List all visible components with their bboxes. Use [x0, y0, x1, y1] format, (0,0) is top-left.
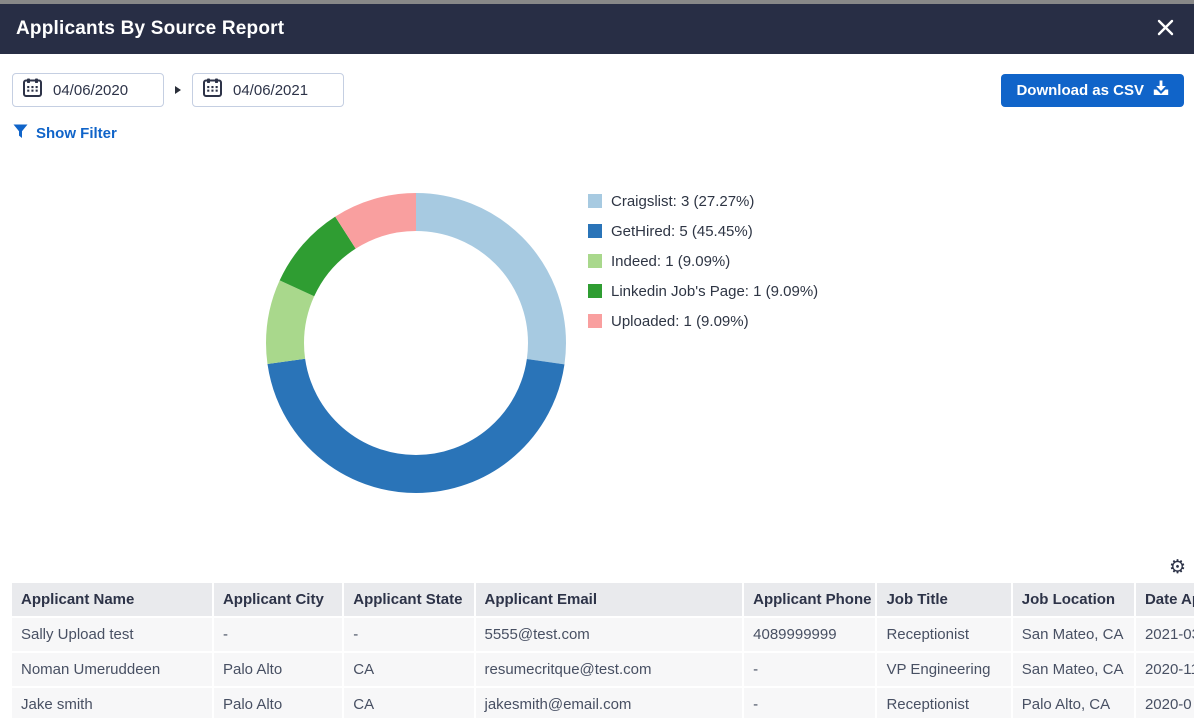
table-cell: Sally Upload test	[12, 618, 212, 651]
download-csv-label: Download as CSV	[1016, 82, 1144, 99]
table-cell: -	[214, 618, 342, 651]
table-cell: Receptionist	[877, 618, 1010, 651]
legend-item: Craigslist: 3 (27.27%)	[588, 191, 818, 211]
table-cell: Palo Alto	[214, 653, 342, 686]
table-cell: San Mateo, CA	[1013, 618, 1134, 651]
table-cell: -	[344, 618, 473, 651]
table-cell: Palo Alto, CA	[1013, 688, 1134, 718]
table-cell: CA	[344, 653, 473, 686]
show-filter-label: Show Filter	[36, 125, 117, 142]
close-icon	[1156, 18, 1175, 40]
table-cell: VP Engineering	[877, 653, 1010, 686]
table-cell: -	[744, 688, 875, 718]
toolbar: Download as CSV	[12, 73, 1184, 107]
date-range-arrow-icon	[175, 86, 181, 94]
date-to-input[interactable]	[233, 82, 333, 99]
show-filter-link[interactable]: Show Filter	[13, 124, 117, 143]
calendar-icon	[23, 78, 42, 102]
table-row: Jake smithPalo AltoCAjakesmith@email.com…	[12, 688, 1194, 718]
calendar-icon	[203, 78, 222, 102]
table-settings-gear-icon[interactable]: ⚙	[1169, 558, 1186, 577]
applicants-by-source-chart: Craigslist: 3 (27.27%) GetHired: 5 (45.45…	[0, 143, 1194, 553]
modal-header: Applicants By Source Report	[0, 4, 1194, 54]
applicants-table: Applicant NameApplicant CityApplicant St…	[10, 581, 1194, 718]
page-title: Applicants By Source Report	[16, 18, 284, 40]
table-cell: 4089999999	[744, 618, 875, 651]
column-header: Job Location	[1013, 583, 1134, 616]
legend-item: Linkedin Job's Page: 1 (9.09%)	[588, 281, 818, 301]
legend-swatch	[588, 224, 602, 238]
legend-label: Linkedin Job's Page: 1 (9.09%)	[611, 283, 818, 300]
column-header: Applicant Name	[12, 583, 212, 616]
table-cell: 2021-03	[1136, 618, 1194, 651]
column-header: Applicant Phone	[744, 583, 875, 616]
table-cell: resumecritque@test.com	[476, 653, 743, 686]
legend-item: Uploaded: 1 (9.09%)	[588, 311, 818, 331]
table-cell: Jake smith	[12, 688, 212, 718]
column-header: Applicant Email	[476, 583, 743, 616]
table-cell: Palo Alto	[214, 688, 342, 718]
table-cell: -	[744, 653, 875, 686]
table-row: Noman UmeruddeenPalo AltoCAresumecritque…	[12, 653, 1194, 686]
column-header: Job Title	[877, 583, 1010, 616]
date-to-field[interactable]	[192, 73, 344, 107]
table-cell: 2020-0	[1136, 688, 1194, 718]
legend-swatch	[588, 314, 602, 328]
legend-label: GetHired: 5 (45.45%)	[611, 223, 753, 240]
table-settings-row: ⚙	[0, 553, 1194, 581]
donut-chart	[266, 193, 566, 493]
legend-item: Indeed: 1 (9.09%)	[588, 251, 818, 271]
table-row: Sally Upload test--5555@test.com40899999…	[12, 618, 1194, 651]
date-from-input[interactable]	[53, 82, 153, 99]
filter-icon	[13, 124, 28, 143]
table-cell: jakesmith@email.com	[476, 688, 743, 718]
close-button[interactable]	[1152, 16, 1178, 42]
date-from-field[interactable]	[12, 73, 164, 107]
chart-legend: Craigslist: 3 (27.27%) GetHired: 5 (45.45…	[588, 191, 818, 341]
table-cell: 2020-11	[1136, 653, 1194, 686]
column-header: Date Applied	[1136, 583, 1194, 616]
column-header: Applicant City	[214, 583, 342, 616]
table-cell: Noman Umeruddeen	[12, 653, 212, 686]
table-cell: 5555@test.com	[476, 618, 743, 651]
download-csv-button[interactable]: Download as CSV	[1001, 74, 1184, 107]
legend-swatch	[588, 194, 602, 208]
legend-label: Craigslist: 3 (27.27%)	[611, 193, 754, 210]
download-icon	[1153, 80, 1169, 100]
table-cell: San Mateo, CA	[1013, 653, 1134, 686]
table-cell: CA	[344, 688, 473, 718]
table-header-row: Applicant NameApplicant CityApplicant St…	[12, 583, 1194, 616]
legend-label: Indeed: 1 (9.09%)	[611, 253, 730, 270]
legend-item: GetHired: 5 (45.45%)	[588, 221, 818, 241]
table-cell: Receptionist	[877, 688, 1010, 718]
column-header: Applicant State	[344, 583, 473, 616]
legend-swatch	[588, 284, 602, 298]
legend-label: Uploaded: 1 (9.09%)	[611, 313, 749, 330]
legend-swatch	[588, 254, 602, 268]
